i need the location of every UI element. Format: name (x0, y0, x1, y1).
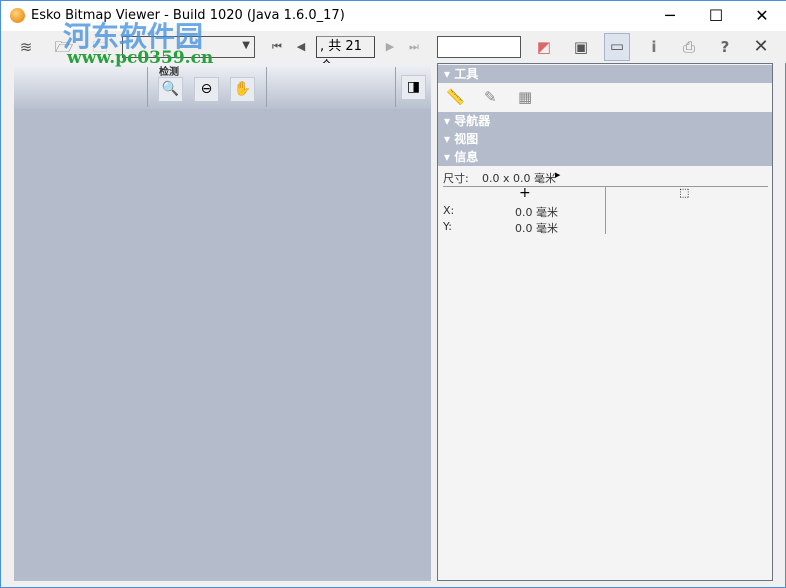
inspect-group-label: 检测 (159, 67, 179, 78)
next-page-button[interactable]: ▶ (377, 35, 403, 59)
fit-window-icon[interactable]: ▭ (604, 33, 630, 61)
chevron-down-icon: ▼ (242, 40, 250, 51)
section-label: 导航器 (454, 114, 491, 128)
selection-icon: ⬚ (679, 186, 690, 199)
layers-icon[interactable]: ≋ (13, 35, 39, 59)
section-label: 工具 (454, 67, 479, 81)
maximize-button[interactable]: ☐ (693, 1, 739, 31)
section-label: 视图 (454, 132, 479, 146)
side-panel: ▾ 工具 📏 ✎ ▦ ▾ 导航器 ▾ 视图 ▾ 信息 尺寸: 0.0 x 0.0… (437, 63, 773, 581)
open-folder-icon[interactable]: 🗁 (51, 35, 77, 59)
last-page-button[interactable]: ⏭ (401, 35, 427, 59)
first-page-button[interactable]: ⏮ (264, 35, 290, 59)
ruler-icon[interactable]: 📏 (446, 88, 465, 106)
size-value: 0.0 x 0.0 毫米 (482, 172, 556, 185)
size-label: 尺寸: (443, 172, 469, 185)
caret-right-icon[interactable]: ▶ (555, 171, 560, 179)
prev-page-button[interactable]: ◀ (288, 35, 314, 59)
new-folder-icon[interactable]: 🗀 (87, 35, 113, 59)
print-icon[interactable]: ⎙ (676, 35, 702, 59)
y-label: Y: (443, 220, 452, 233)
hand-tool-icon[interactable]: ✋ (230, 77, 255, 102)
zoom-out-icon[interactable]: ⊖ (194, 77, 219, 102)
x-label: X: (443, 204, 455, 217)
section-label: 信息 (454, 150, 479, 164)
section-info[interactable]: ▾ 信息 (438, 148, 772, 166)
section-tools[interactable]: ▾ 工具 (438, 65, 772, 83)
help-icon[interactable]: ? (712, 35, 738, 59)
section-view[interactable]: ▾ 视图 (438, 130, 772, 148)
file-combo[interactable]: ▼ (122, 36, 255, 58)
toggle-panel-icon[interactable]: ◨ (401, 75, 426, 100)
bitmap-canvas[interactable] (14, 63, 431, 581)
window-title: Esko Bitmap Viewer - Build 1020 (Java 1.… (31, 8, 345, 23)
close-window-button[interactable]: ✕ (739, 1, 785, 31)
zoom-in-icon[interactable]: 🔍 (158, 77, 183, 102)
close-file-icon[interactable]: ✕ (748, 35, 774, 59)
main-toolbar: ≋ 🗁 🗀 ⏮ ◀ ▶ ⏭ ◩ ▣ ▭ i ⎙ ? ✕ (1, 31, 786, 63)
eyedropper-icon[interactable]: ✎ (484, 88, 497, 106)
color-separation-icon[interactable]: ◩ (531, 35, 557, 59)
section-navigator[interactable]: ▾ 导航器 (438, 112, 772, 130)
transparency-picker-icon[interactable]: ▦ (518, 88, 532, 106)
search-input[interactable] (437, 36, 521, 58)
preview-window-icon[interactable]: ▣ (568, 35, 594, 59)
view-toolbar: 检测 🔍 ⊖ ✋ ◨ (14, 63, 431, 109)
title-bar: Esko Bitmap Viewer - Build 1020 (Java 1.… (1, 1, 786, 31)
page-counter[interactable]: , 共 21 个 (316, 36, 375, 74)
crosshair-icon: + (519, 185, 531, 201)
x-value: 0.0 毫米 (515, 206, 558, 219)
info-icon[interactable]: i (641, 35, 667, 59)
minimize-button[interactable]: ─ (647, 1, 693, 31)
y-value: 0.0 毫米 (515, 222, 558, 235)
app-icon (10, 8, 25, 23)
